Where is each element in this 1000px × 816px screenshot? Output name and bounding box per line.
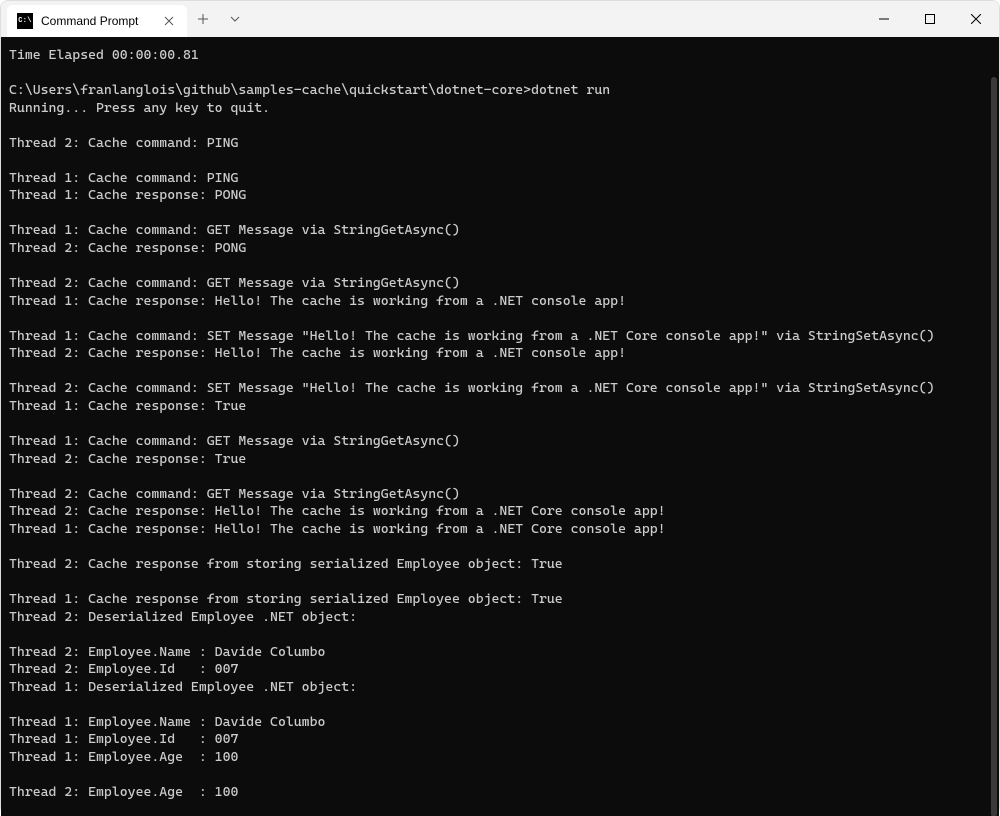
chevron-down-icon <box>230 16 240 22</box>
plus-icon <box>198 14 208 24</box>
tab-title: Command Prompt <box>41 14 153 28</box>
terminal-text: Time Elapsed 00:00:00.81 C:\Users\franla… <box>9 47 991 802</box>
cmd-icon: C:\ <box>17 13 33 29</box>
close-icon <box>164 16 174 26</box>
tab-command-prompt[interactable]: C:\ Command Prompt <box>7 5 187 37</box>
minimize-icon <box>879 14 889 24</box>
close-window-button[interactable] <box>953 1 999 37</box>
maximize-button[interactable] <box>907 1 953 37</box>
tab-dropdown-button[interactable] <box>219 1 251 37</box>
window-titlebar: C:\ Command Prompt <box>1 1 999 37</box>
terminal-output[interactable]: Time Elapsed 00:00:00.81 C:\Users\franla… <box>1 37 999 816</box>
scrollbar-thumb[interactable] <box>991 77 997 816</box>
close-tab-button[interactable] <box>161 13 177 29</box>
new-tab-button[interactable] <box>187 1 219 37</box>
maximize-icon <box>925 14 935 24</box>
minimize-button[interactable] <box>861 1 907 37</box>
window-controls <box>861 1 999 37</box>
close-icon <box>971 14 981 24</box>
tab-strip: C:\ Command Prompt <box>1 1 251 37</box>
